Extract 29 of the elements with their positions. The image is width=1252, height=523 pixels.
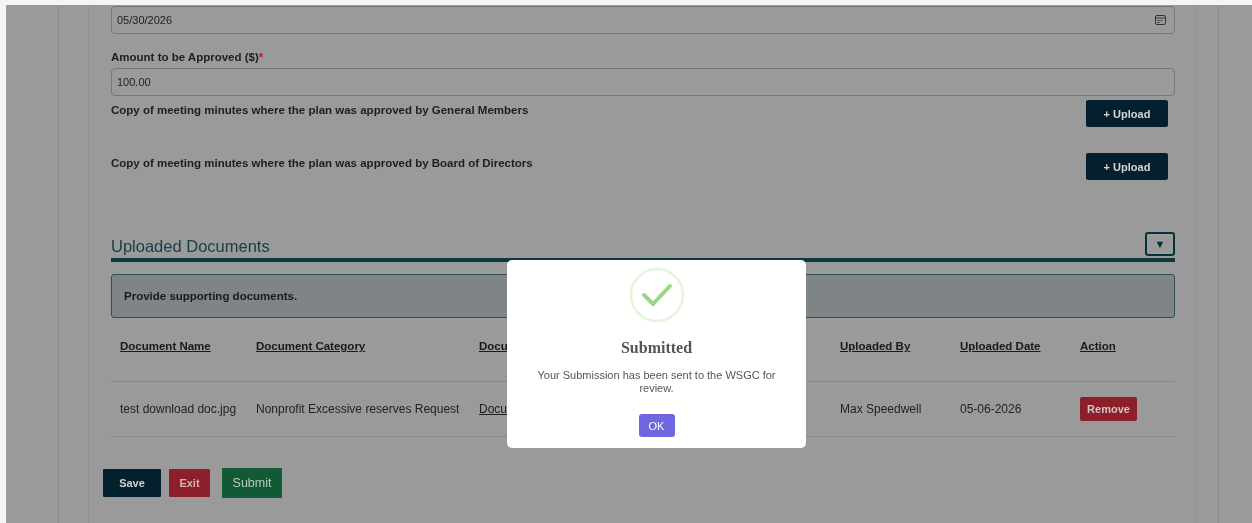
table-cell: Nonprofit Excessive reserves Request <box>256 402 460 416</box>
column-header[interactable]: Action <box>1080 340 1116 352</box>
table-cell: test download doc.jpg <box>120 402 237 416</box>
dialog-message: Your Submission has been sent to the WSGC for review. <box>536 369 777 395</box>
save-button[interactable]: Save <box>103 469 161 497</box>
table-cell: 05-06-2026 <box>960 402 1022 416</box>
section-title: Uploaded Documents <box>111 237 270 256</box>
date-field[interactable]: 05/30/2026 <box>111 6 1175 34</box>
document-link[interactable]: Docu <box>479 402 507 416</box>
column-header[interactable]: Document Name <box>120 340 211 352</box>
column-header[interactable]: Document Category <box>256 340 366 352</box>
check-icon <box>628 267 685 323</box>
dialog-title: Submitted <box>620 339 693 357</box>
exit-button[interactable]: Exit <box>169 469 210 497</box>
table-cell: Max Speedwell <box>840 402 922 416</box>
column-header[interactable]: Docu <box>479 340 508 352</box>
upload-button[interactable]: + Upload <box>1086 100 1168 127</box>
column-header[interactable]: Uploaded Date <box>960 340 1041 352</box>
amount-label: Amount to be Approved ($)* <box>111 51 265 63</box>
ok-button[interactable]: OK <box>638 414 675 437</box>
upload-label: Copy of meeting minutes where the plan was approved by General Members <box>111 104 529 116</box>
submit-button[interactable]: Submit <box>222 468 282 498</box>
calendar-icon[interactable] <box>1155 15 1166 25</box>
amount-field[interactable]: 100.00 <box>111 68 1175 96</box>
upload-button[interactable]: + Upload <box>1086 153 1168 180</box>
collapse-toggle[interactable]: ▼ <box>1145 232 1175 256</box>
remove-button[interactable]: Remove <box>1080 397 1137 421</box>
column-header[interactable]: Uploaded By <box>840 340 911 352</box>
upload-label: Copy of meeting minutes where the plan was approved by Board of Directors <box>111 157 533 169</box>
